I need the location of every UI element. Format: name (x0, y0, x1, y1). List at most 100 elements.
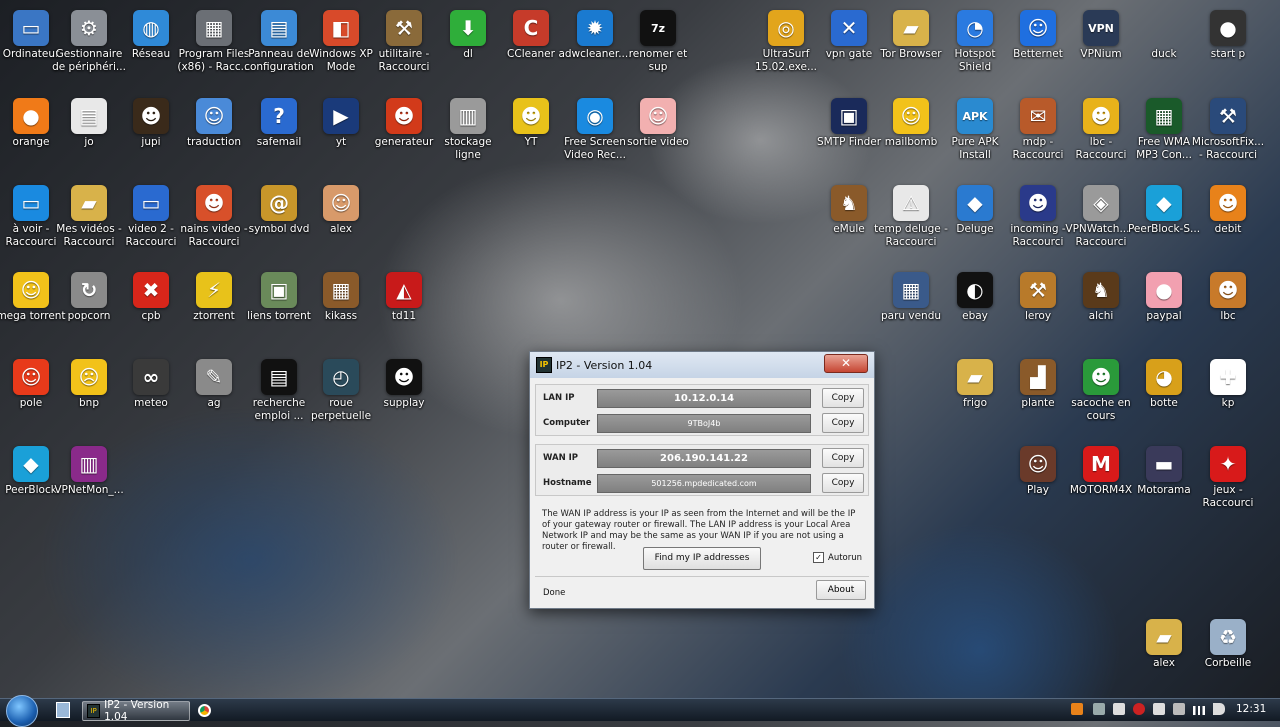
desktop-icon[interactable]: ☺ alex (304, 181, 378, 265)
desktop-icon[interactable]: ▦ paru vendu (874, 268, 948, 352)
desktop-icon-label: alex (1153, 657, 1175, 669)
smtp-finder-icon: ▣ (831, 98, 867, 134)
hostname-field[interactable]: 501256.mpdedicated.com (597, 473, 811, 493)
copy-hostname-button[interactable]: Copy (822, 473, 864, 493)
person-icon: ☺ (323, 185, 359, 221)
desktop-icon-label: ag (207, 397, 221, 409)
ip2-window: IP IP2 - Version 1.04 ✕ LAN IP 10.12.0.1… (529, 351, 875, 609)
taskbar-pinned-explorer-icon[interactable] (56, 701, 70, 719)
desktop-icon[interactable]: ☻ supplay (367, 355, 441, 439)
desktop-icon[interactable]: ✦ jeux - Raccourci (1191, 442, 1265, 526)
videos-folder-icon: ▰ (71, 185, 107, 221)
database-icon: ▥ (450, 98, 486, 134)
taskbar-clock[interactable]: 12:31 (1236, 703, 1266, 715)
smiley-glasses-icon: ☺ (893, 98, 929, 134)
start-button[interactable] (6, 695, 38, 727)
copy-wan-ip-button[interactable]: Copy (822, 448, 864, 468)
about-button[interactable]: About (816, 580, 866, 600)
tray-window-icon[interactable] (1113, 703, 1125, 715)
status-text: Done (543, 588, 566, 598)
lan-group: LAN IP 10.12.0.14 Copy Computer 9TBoJ4b … (535, 384, 869, 436)
shortcut-icon (1146, 10, 1182, 46)
boot-icon: ▟ (1020, 359, 1056, 395)
desktop-icon-label: jeux - Raccourci (1202, 484, 1254, 509)
close-button[interactable]: ✕ (824, 354, 868, 373)
wan-ip-row: WAN IP 206.190.141.22 Copy (543, 448, 864, 468)
window-title: IP2 - Version 1.04 (556, 358, 653, 372)
tray-icon[interactable] (1093, 703, 1105, 715)
desktop-icon[interactable]: ⚠ temp deluge - Raccourci (874, 181, 948, 265)
flowchart-icon: ▦ (893, 272, 929, 308)
desktop-icon-label: Corbeille (1204, 657, 1252, 669)
photo-icon: ☺ (1020, 446, 1056, 482)
desktop-icon[interactable]: ✎ ag (177, 355, 251, 439)
desktop-icon-label: generateur (374, 136, 434, 148)
desktop-icon[interactable]: ● paypal (1127, 268, 1201, 352)
copy-computer-button[interactable]: Copy (822, 413, 864, 433)
desktop-icon[interactable]: ▰ alex (1127, 615, 1201, 699)
find-ip-button[interactable]: Find my IP addresses (643, 547, 761, 570)
window-titlebar[interactable]: IP IP2 - Version 1.04 ✕ (530, 352, 874, 378)
taskbar-chrome-button[interactable] (198, 701, 212, 719)
recycle-bin-icon: ♻ (1210, 619, 1246, 655)
desktop-icon[interactable]: duck (1127, 6, 1201, 90)
windows-xp-icon: ◧ (323, 10, 359, 46)
desktop-icon[interactable]: ☻ YT (494, 94, 568, 178)
desktop-icon-label: CCleaner (507, 48, 555, 60)
first-aid-icon: ✚ (1210, 359, 1246, 395)
network-signal-icon[interactable] (1193, 706, 1205, 715)
desktop-icon[interactable]: ☻ generateur (367, 94, 441, 178)
tray-display-icon[interactable] (1173, 703, 1185, 715)
desktop-icon[interactable]: ◕ botte (1127, 355, 1201, 439)
desktop-icon[interactable]: ✚ kp (1191, 355, 1265, 439)
desktop-icon[interactable]: ☺ sortie video (621, 94, 695, 178)
help-icon: ? (261, 98, 297, 134)
traffic-light-icon: ● (1210, 10, 1246, 46)
desktop-icon[interactable]: ▦ Program Files (x86) - Racc... (177, 6, 251, 90)
refresh-icon: ↻ (71, 272, 107, 308)
desktop-icon[interactable]: ♻ Corbeille (1191, 615, 1265, 699)
video-clapper-icon: ▶ (323, 98, 359, 134)
desktop-icon[interactable]: ☻ nains video - Raccourci (177, 181, 251, 265)
lan-ip-field[interactable]: 10.12.0.14 (597, 388, 811, 408)
desktop-icon[interactable]: ▥ VPNetMon_... (52, 442, 126, 526)
desktop-icon[interactable]: ◆ PeerBlock-S... (1127, 181, 1201, 265)
desktop-icon[interactable]: C CCleaner (494, 6, 568, 90)
desktop-icon[interactable]: ⚡ ztorrent (177, 268, 251, 352)
desktop-icon[interactable]: ▦ Free WMA MP3 Con... (1127, 94, 1201, 178)
autorun-label: Autorun (828, 552, 863, 563)
desktop-icon[interactable]: ☻ debit (1191, 181, 1265, 265)
desktop-icon[interactable]: ⚒ MicrosoftFix... - Raccourci (1191, 94, 1265, 178)
penguin-icon: ◐ (957, 272, 993, 308)
desktop-icon-label: kp (1221, 397, 1235, 409)
taskbar-ip2-button[interactable]: IP IP2 - Version 1.04 (82, 699, 190, 723)
vpn-gate-icon: ✕ (831, 10, 867, 46)
desktop-icon[interactable]: ● start p (1191, 6, 1265, 90)
autorun-checkbox[interactable]: ✓ Autorun (813, 552, 862, 563)
cartoon-character-icon: ☻ (1210, 185, 1246, 221)
desktop-icon[interactable]: ⚒ utilitaire - Raccourci (367, 6, 441, 90)
desktop-icon[interactable]: ◭ td11 (367, 268, 441, 352)
finder-icon: ☺ (196, 98, 232, 134)
avast-tray-icon[interactable] (1071, 703, 1083, 715)
desktop-icon-label: paru vendu (880, 310, 942, 322)
lightning-icon: ⚡ (196, 272, 232, 308)
record-tray-icon[interactable] (1133, 703, 1145, 715)
desktop-icon[interactable]: ☻ lbc (1191, 268, 1265, 352)
desktop-icon[interactable]: ☺ traduction (177, 94, 251, 178)
hammer-tool-icon: ⚒ (1020, 272, 1056, 308)
desktop-icon[interactable]: ▬ Motorama (1127, 442, 1201, 526)
wan-group: WAN IP 206.190.141.22 Copy Hostname 5012… (535, 444, 869, 496)
copy-lan-ip-button[interactable]: Copy (822, 388, 864, 408)
computer-field[interactable]: 9TBoJ4b (597, 413, 811, 433)
volume-icon[interactable] (1213, 703, 1225, 715)
desktop-icon[interactable]: 7z renomer et sup (621, 6, 695, 90)
autorun-check-icon[interactable]: ✓ (813, 552, 824, 563)
betternet-icon: ☺ (1020, 10, 1056, 46)
tray-flag-icon[interactable] (1153, 703, 1165, 715)
desktop-icon-label: ztorrent (193, 310, 235, 322)
desktop-icon[interactable]: ▰ Tor Browser (874, 6, 948, 90)
time-machine-icon: ◴ (323, 359, 359, 395)
desktop-icon[interactable]: ☺ mailbomb (874, 94, 948, 178)
wan-ip-field[interactable]: 206.190.141.22 (597, 448, 811, 468)
